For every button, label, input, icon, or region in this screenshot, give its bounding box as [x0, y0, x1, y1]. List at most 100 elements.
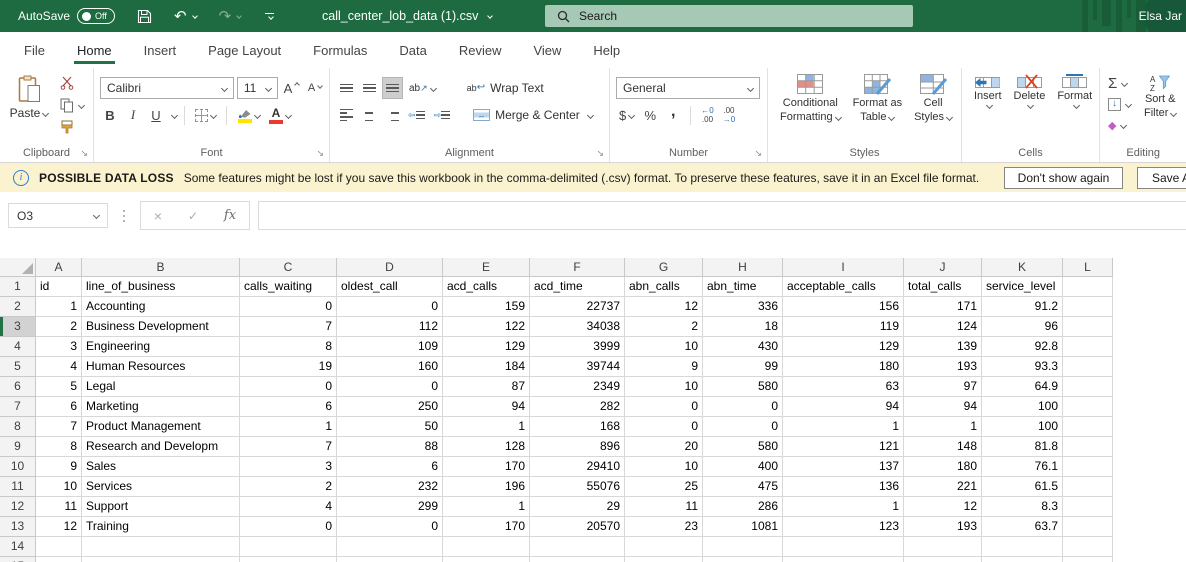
tab-page-layout[interactable]: Page Layout — [192, 32, 297, 68]
cell-E13[interactable]: 170 — [443, 517, 530, 537]
paste-dropdown-icon[interactable] — [42, 109, 50, 117]
tab-formulas[interactable]: Formulas — [297, 32, 383, 68]
cell-H13[interactable]: 1081 — [703, 517, 783, 537]
cell-G6[interactable]: 10 — [625, 377, 703, 397]
cell-C13[interactable]: 0 — [240, 517, 337, 537]
cell-A10[interactable]: 9 — [36, 457, 82, 477]
cell-G1[interactable]: abn_calls — [625, 277, 703, 297]
cell-J3[interactable]: 124 — [904, 317, 982, 337]
cell-B12[interactable]: Support — [82, 497, 240, 517]
borders-button[interactable] — [192, 104, 219, 126]
cell-H10[interactable]: 400 — [703, 457, 783, 477]
redo-button[interactable]: ↷ — [219, 9, 243, 24]
cell-E4[interactable]: 129 — [443, 337, 530, 357]
save-as-button[interactable]: Save As... — [1137, 167, 1186, 189]
font-dialog-launcher[interactable]: ↘ — [316, 149, 324, 158]
cell-L9[interactable] — [1063, 437, 1113, 457]
cell-A9[interactable]: 8 — [36, 437, 82, 457]
format-cells-button[interactable]: Format — [1051, 73, 1098, 144]
cell-K10[interactable]: 76.1 — [982, 457, 1063, 477]
cell-K6[interactable]: 64.9 — [982, 377, 1063, 397]
cell-B6[interactable]: Legal — [82, 377, 240, 397]
cell-J8[interactable]: 1 — [904, 417, 982, 437]
bold-button[interactable]: B — [100, 104, 120, 126]
cell-A5[interactable]: 4 — [36, 357, 82, 377]
cell-J5[interactable]: 193 — [904, 357, 982, 377]
cell-A7[interactable]: 6 — [36, 397, 82, 417]
column-header-A[interactable]: A — [36, 258, 82, 277]
cell-B3[interactable]: Business Development — [82, 317, 240, 337]
row-header-12[interactable]: 12 — [0, 497, 36, 517]
cell-I4[interactable]: 129 — [783, 337, 904, 357]
save-button[interactable] — [137, 9, 152, 24]
document-title[interactable]: call_center_lob_data (1).csv — [322, 0, 494, 32]
undo-dropdown-icon[interactable] — [191, 13, 198, 19]
row-header-1[interactable]: 1 — [0, 277, 36, 297]
copy-button[interactable] — [58, 95, 86, 115]
cell-L14[interactable] — [1063, 537, 1113, 557]
dont-show-again-button[interactable]: Don't show again — [1004, 167, 1123, 189]
cell-D1[interactable]: oldest_call — [337, 277, 443, 297]
cell-I3[interactable]: 119 — [783, 317, 904, 337]
cell-A6[interactable]: 5 — [36, 377, 82, 397]
autosave-toggle[interactable]: Off — [77, 8, 116, 24]
cell-H14[interactable] — [703, 537, 783, 557]
cell-K9[interactable]: 81.8 — [982, 437, 1063, 457]
cell-K8[interactable]: 100 — [982, 417, 1063, 437]
cell-B9[interactable]: Research and Developm — [82, 437, 240, 457]
cell-A2[interactable]: 1 — [36, 297, 82, 317]
cell-J13[interactable]: 193 — [904, 517, 982, 537]
align-center-button[interactable] — [359, 104, 379, 126]
align-left-button[interactable] — [336, 104, 356, 126]
cell-K5[interactable]: 93.3 — [982, 357, 1063, 377]
cell-C4[interactable]: 8 — [240, 337, 337, 357]
formula-input[interactable] — [258, 201, 1186, 230]
cell-A14[interactable] — [36, 537, 82, 557]
row-header-14[interactable]: 14 — [0, 537, 36, 557]
fill-color-button[interactable] — [234, 104, 263, 126]
column-header-B[interactable]: B — [82, 258, 240, 277]
cell-D10[interactable]: 6 — [337, 457, 443, 477]
row-header-4[interactable]: 4 — [0, 337, 36, 357]
number-format-select[interactable]: General — [616, 77, 760, 99]
cell-K7[interactable]: 100 — [982, 397, 1063, 417]
cell-G8[interactable]: 0 — [625, 417, 703, 437]
cell-H11[interactable]: 475 — [703, 477, 783, 497]
cell-J4[interactable]: 139 — [904, 337, 982, 357]
cell-I6[interactable]: 63 — [783, 377, 904, 397]
cell-J11[interactable]: 221 — [904, 477, 982, 497]
tab-file[interactable]: File — [8, 32, 61, 68]
align-right-button[interactable] — [382, 104, 402, 126]
comma-style-button[interactable]: , — [663, 101, 683, 123]
cell-A3[interactable]: 2 — [36, 317, 82, 337]
decrease-indent-button[interactable]: ⇦ — [405, 104, 428, 126]
cell-D11[interactable]: 232 — [337, 477, 443, 497]
cell-A1[interactable]: id — [36, 277, 82, 297]
cell-E3[interactable]: 122 — [443, 317, 530, 337]
cell-D14[interactable] — [337, 537, 443, 557]
cell-I7[interactable]: 94 — [783, 397, 904, 417]
qat-customize-button[interactable] — [265, 13, 275, 20]
cell-F6[interactable]: 2349 — [530, 377, 625, 397]
font-color-button[interactable]: A — [266, 104, 294, 126]
italic-button[interactable]: I — [123, 104, 143, 126]
copy-dropdown-icon[interactable] — [77, 101, 86, 109]
cell-L10[interactable] — [1063, 457, 1113, 477]
cell-I12[interactable]: 1 — [783, 497, 904, 517]
cell-G4[interactable]: 10 — [625, 337, 703, 357]
column-header-J[interactable]: J — [904, 258, 982, 277]
cell-F11[interactable]: 55076 — [530, 477, 625, 497]
column-header-I[interactable]: I — [783, 258, 904, 277]
row-header-8[interactable]: 8 — [0, 417, 36, 437]
cell-E6[interactable]: 87 — [443, 377, 530, 397]
cell-F5[interactable]: 39744 — [530, 357, 625, 377]
cell-C9[interactable]: 7 — [240, 437, 337, 457]
tab-view[interactable]: View — [517, 32, 577, 68]
cell-E5[interactable]: 184 — [443, 357, 530, 377]
autosave-control[interactable]: AutoSave Off — [18, 8, 116, 24]
cell-F8[interactable]: 168 — [530, 417, 625, 437]
cell-styles-button[interactable]: Cell Styles — [908, 73, 958, 144]
cell-L1[interactable] — [1063, 277, 1113, 297]
cell-B13[interactable]: Training — [82, 517, 240, 537]
cell-F13[interactable]: 20570 — [530, 517, 625, 537]
